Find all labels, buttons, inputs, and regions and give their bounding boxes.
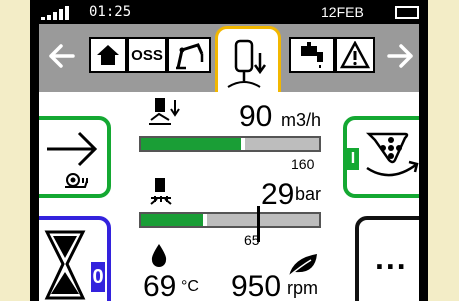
status-bar: 01:25 12FEB <box>39 0 419 24</box>
arrow-right-icon[interactable] <box>383 38 419 74</box>
warning-icon <box>340 41 370 69</box>
flow-nozzle-icon <box>227 39 267 88</box>
battery-icon <box>395 6 419 19</box>
tab-bar: OSS <box>39 24 419 92</box>
clock-time: 01:25 <box>89 4 132 20</box>
more-label: ... <box>375 240 408 276</box>
tab-flow[interactable] <box>215 26 281 92</box>
screen: 01:25 12FEB OSS I 0 ... 90 m3/h 160 29 b… <box>39 0 419 301</box>
speed-value: 950 <box>231 270 282 301</box>
home-icon <box>97 45 119 65</box>
temperature-unit: °C <box>181 278 199 295</box>
arrow-left-icon[interactable] <box>43 38 79 74</box>
flow-bar-rest <box>245 138 319 150</box>
snail-icon <box>65 173 88 188</box>
timer-button[interactable]: 0 <box>39 216 111 301</box>
flow-bar <box>139 136 321 152</box>
clock-date: 12FEB <box>321 4 364 20</box>
tab-warning[interactable] <box>335 37 375 73</box>
tap-icon <box>301 42 323 68</box>
tab-home[interactable] <box>89 37 127 73</box>
pressure-icon <box>150 178 172 205</box>
tab-oss[interactable]: OSS <box>127 37 167 73</box>
leaf-icon <box>288 254 317 277</box>
more-button[interactable]: ... <box>355 216 419 301</box>
flow-icon <box>149 98 180 125</box>
oil-drop-icon <box>151 244 167 267</box>
pressure-bar-fill <box>141 214 203 226</box>
flow-limit: 160 <box>291 156 315 172</box>
device-frame: 01:25 12FEB OSS I 0 ... 90 m3/h 160 29 b… <box>30 0 428 301</box>
wash-fan-button[interactable]: I <box>343 116 419 198</box>
hourglass-icon <box>44 230 86 300</box>
pressure-value: 29 <box>261 178 295 211</box>
signal-strength-icon <box>41 6 69 20</box>
pressure-bar-rest <box>207 214 319 226</box>
pressure-limit: 65 <box>244 232 260 248</box>
forward-slow-button[interactable] <box>39 116 111 198</box>
flow-value: 90 <box>239 100 273 133</box>
temperature-value: 69 <box>143 270 177 301</box>
flow-bar-fill <box>141 138 241 150</box>
pressure-bar <box>139 212 321 228</box>
timer-tag: 0 <box>91 262 105 292</box>
wash-tag: I <box>347 148 359 170</box>
main-panel: I 0 ... 90 m3/h 160 29 bar 65 69 °C 950 … <box>39 92 419 301</box>
speed-unit: rpm <box>287 278 318 298</box>
tab-crane[interactable] <box>167 37 211 73</box>
fan-wash-icon <box>365 132 419 177</box>
flow-unit: m3/h <box>281 110 322 130</box>
arrow-right-outline-icon <box>47 131 98 167</box>
crane-icon <box>176 43 204 70</box>
pressure-unit: bar <box>295 184 322 204</box>
tab-tap[interactable] <box>289 37 335 73</box>
